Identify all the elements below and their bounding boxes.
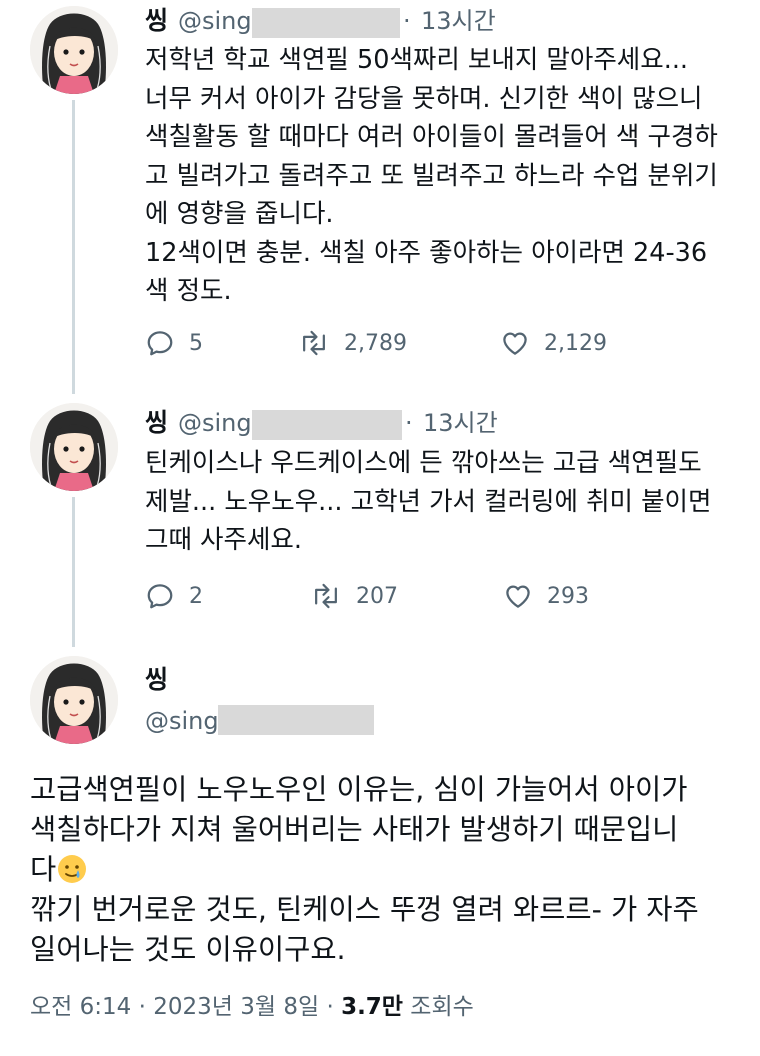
- reply-button[interactable]: 5: [145, 327, 203, 359]
- author-handle[interactable]: @sing: [145, 706, 219, 736]
- meta-separator: ·: [326, 994, 334, 1020]
- reply-count: 2: [189, 583, 203, 609]
- main-text-part1: 고급색연필이 노우노우인 이유는, 심이 가늘어서 아이가 색칠하다가 지쳐 울…: [30, 773, 688, 886]
- view-count: 3.7만: [341, 994, 403, 1020]
- time-separator: ·: [403, 7, 411, 35]
- tweet-meta: 오전 6:14 · 2023년 3월 8일 · 3.7만 조회수: [30, 992, 474, 1022]
- retweet-button[interactable]: 2,789: [298, 327, 407, 359]
- main-tweet-text: 고급색연필이 노우노우인 이유는, 심이 가늘어서 아이가 색칠하다가 지쳐 울…: [30, 770, 730, 970]
- avatar[interactable]: [30, 6, 118, 94]
- reply-button[interactable]: 2: [145, 580, 203, 612]
- tweet-text: 저학년 학교 색연필 50색짜리 보내지 말아주세요... 너무 커서 아이가 …: [145, 45, 718, 306]
- like-button[interactable]: 2,129: [500, 327, 607, 359]
- tweet-time[interactable]: 13시간: [423, 408, 498, 438]
- retweet-count: 2,789: [344, 330, 407, 356]
- like-count: 2,129: [544, 330, 607, 356]
- like-icon: [503, 581, 533, 611]
- redacted-handle: [218, 705, 374, 735]
- like-count: 293: [547, 583, 589, 609]
- author-name[interactable]: 씽: [145, 665, 168, 695]
- post-time[interactable]: 오전 6:14: [30, 994, 131, 1020]
- thread-connector: [72, 100, 75, 394]
- retweet-icon: [310, 581, 342, 611]
- retweet-icon: [298, 328, 330, 358]
- post-date[interactable]: 2023년 3월 8일: [153, 994, 319, 1020]
- avatar[interactable]: [30, 656, 118, 744]
- tweet-text: 틴케이스나 우드케이스에 든 깎아쓰는 고급 색연필도 제발... 노우노우..…: [145, 448, 712, 555]
- thread-connector: [72, 497, 75, 647]
- retweet-count: 207: [356, 583, 398, 609]
- author-name[interactable]: 씽: [145, 408, 168, 438]
- reply-icon: [145, 581, 175, 611]
- avatar[interactable]: [30, 403, 118, 491]
- view-label: 조회수: [410, 994, 474, 1020]
- redacted-handle: [252, 410, 402, 440]
- like-button[interactable]: 293: [503, 580, 589, 612]
- retweet-button[interactable]: 207: [310, 580, 398, 612]
- author-name[interactable]: 씽: [145, 6, 168, 36]
- reply-icon: [145, 328, 175, 358]
- author-handle[interactable]: @sing: [178, 408, 252, 438]
- tear-smile-emoji: [56, 853, 88, 885]
- meta-separator: ·: [138, 994, 146, 1020]
- reply-count: 5: [189, 330, 203, 356]
- time-separator: ·: [405, 409, 413, 437]
- main-text-part2: 깎기 번거로운 것도, 틴케이스 뚜껑 열려 와르르- 가 자주 일어나는 것도…: [30, 893, 699, 966]
- like-icon: [500, 328, 530, 358]
- tweet-time[interactable]: 13시간: [421, 6, 496, 36]
- redacted-handle: [252, 8, 400, 38]
- author-handle[interactable]: @sing: [178, 6, 252, 36]
